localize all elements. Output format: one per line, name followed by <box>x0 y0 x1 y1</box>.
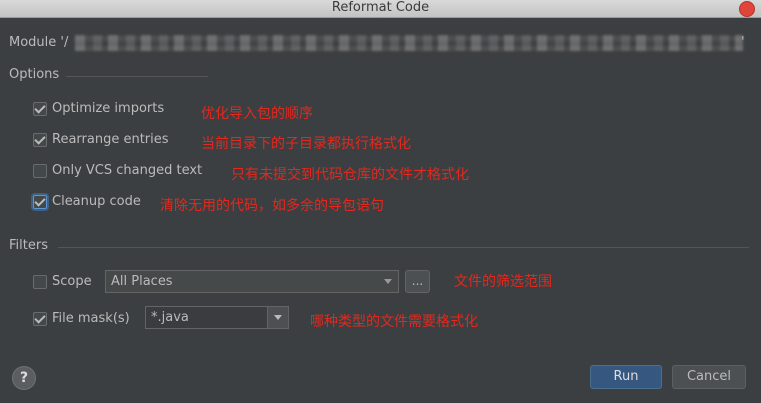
optimize-imports-checkbox[interactable] <box>33 102 47 116</box>
options-section-title: Options <box>9 67 60 82</box>
cleanup-code-checkbox[interactable] <box>33 195 47 209</box>
scope-label: Scope <box>52 274 92 289</box>
scope-dropdown[interactable]: All Places <box>105 270 399 293</box>
file-mask-checkbox[interactable] <box>33 312 47 326</box>
vcs-changed-label: Only VCS changed text <box>52 163 203 178</box>
rearrange-entries-label: Rearrange entries <box>52 132 169 147</box>
annotation-optimize-imports: 优化导入包的顺序 <box>201 106 313 122</box>
annotation-vcs-changed: 只有未提交到代码仓库的文件才格式化 <box>231 167 469 183</box>
module-label: Module '/ <box>9 35 69 50</box>
file-mask-value[interactable]: *.java <box>151 310 189 325</box>
redacted-path <box>75 35 743 51</box>
scope-browse-button[interactable]: ... <box>405 270 430 293</box>
module-path-end: ' <box>741 35 745 50</box>
filters-section-title: Filters <box>9 238 48 253</box>
chevron-down-icon <box>378 271 398 292</box>
scope-value: All Places <box>111 274 173 289</box>
vcs-changed-checkbox[interactable] <box>33 164 47 178</box>
scope-checkbox[interactable] <box>33 275 47 289</box>
window-close-button[interactable] <box>739 1 755 17</box>
module-path: Module '/ ' <box>9 34 745 52</box>
file-mask-label: File mask(s) <box>52 311 130 326</box>
window-title: Reformat Code <box>331 0 430 15</box>
chevron-down-icon[interactable] <box>267 307 288 328</box>
rearrange-entries-checkbox[interactable] <box>33 133 47 147</box>
annotation-file-mask: 哪种类型的文件需要格式化 <box>310 314 478 330</box>
optimize-imports-label: Optimize imports <box>52 101 165 116</box>
annotation-cleanup-code: 清除无用的代码，如多余的导包语句 <box>160 198 384 214</box>
options-divider <box>66 76 208 77</box>
annotation-scope: 文件的筛选范围 <box>454 274 552 290</box>
filters-divider <box>58 247 749 248</box>
title-bar: Reformat Code <box>0 0 761 18</box>
help-button[interactable]: ? <box>12 366 36 390</box>
cancel-button[interactable]: Cancel <box>672 365 746 389</box>
annotation-rearrange-entries: 当前目录下的子目录都执行格式化 <box>201 136 411 152</box>
cleanup-code-label: Cleanup code <box>52 194 141 209</box>
file-mask-dropdown[interactable]: *.java <box>145 306 289 329</box>
run-button[interactable]: Run <box>590 365 662 389</box>
